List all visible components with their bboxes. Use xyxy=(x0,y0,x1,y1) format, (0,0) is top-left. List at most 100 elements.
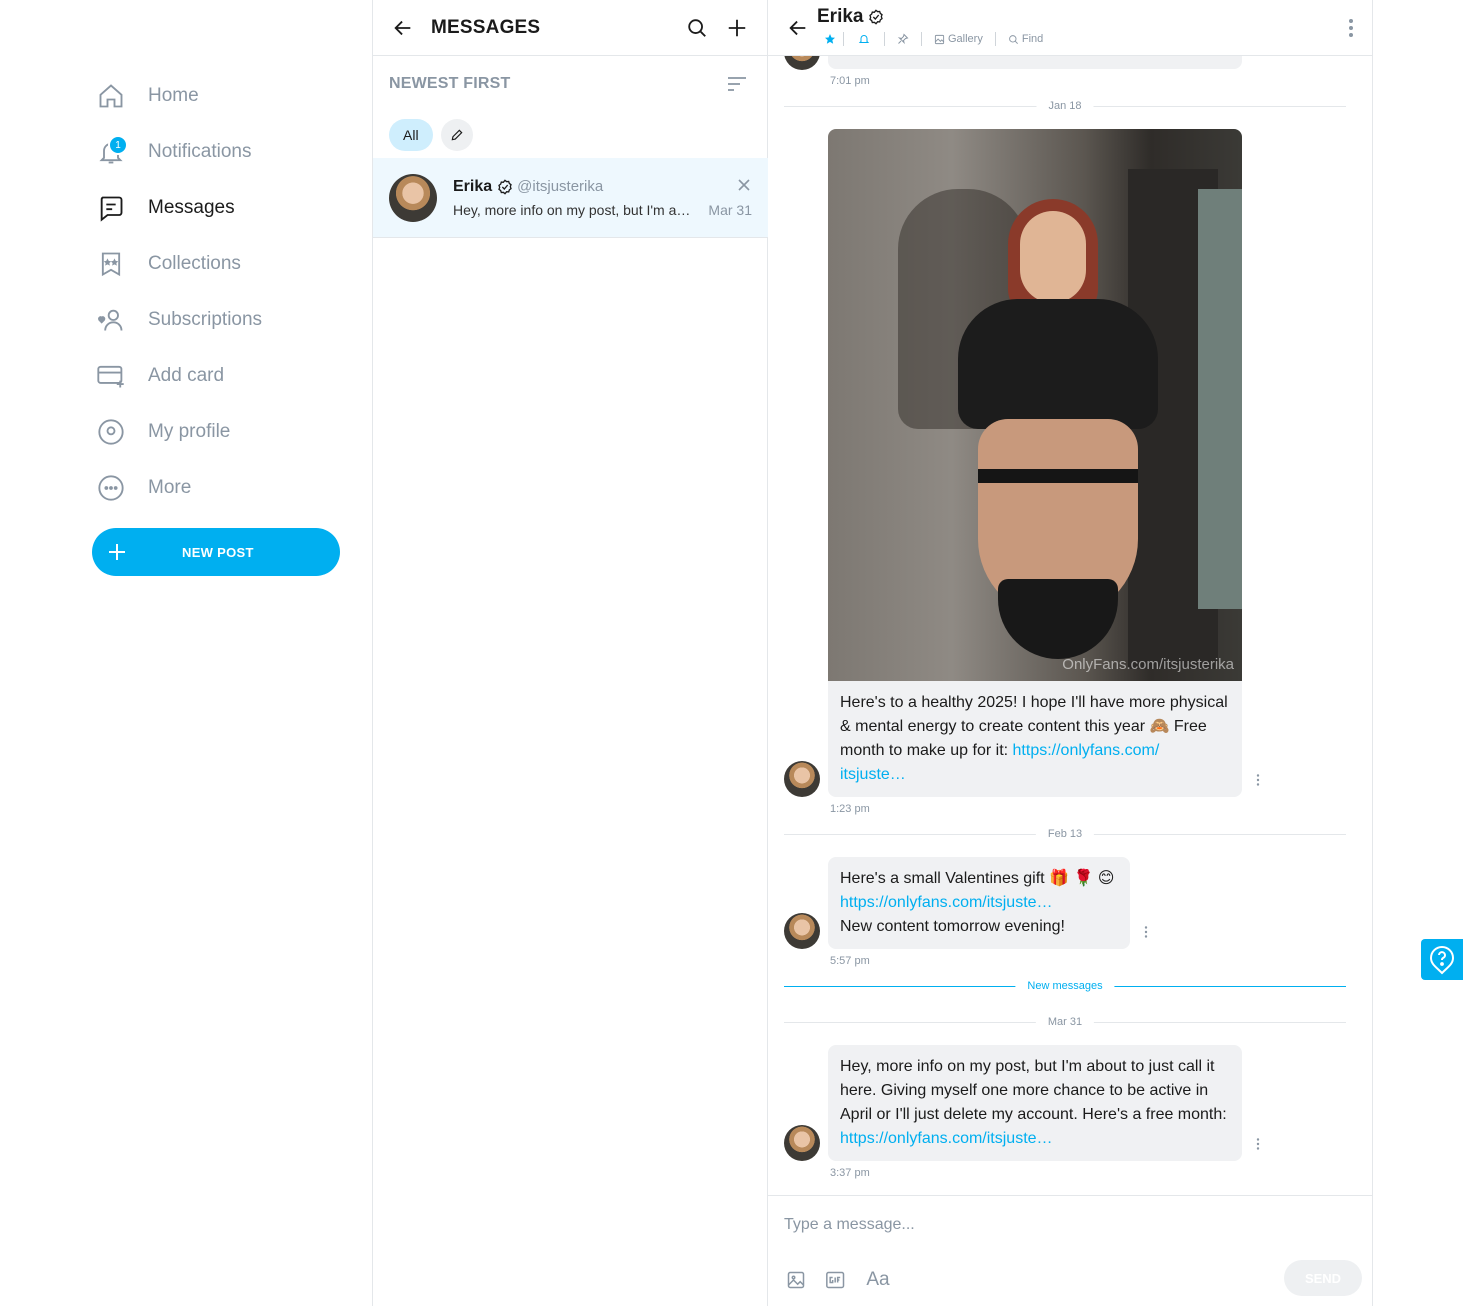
message-bubble-previous xyxy=(828,56,1242,69)
message-link[interactable]: https://onlyfans.com/itsjuste… xyxy=(840,894,1053,911)
message-text: Here's a small Valentines gift 🎁 🌹 😊 xyxy=(840,870,1115,887)
message-input[interactable] xyxy=(784,1216,1344,1234)
text-format-icon[interactable]: Aa xyxy=(864,1268,892,1292)
message-media-photo[interactable]: OnlyFans.com/itsjusterika xyxy=(828,129,1242,681)
image-upload-icon[interactable] xyxy=(784,1268,808,1292)
app-root: Home 1 Notifications Messages Collection… xyxy=(0,0,1463,1306)
message-link-cont[interactable]: itsjuste… xyxy=(840,766,906,783)
nav-more[interactable]: More xyxy=(92,460,342,516)
nav-add-card[interactable]: Add card xyxy=(92,348,342,404)
search-icon[interactable] xyxy=(683,14,711,42)
composer-tools: Aa xyxy=(784,1268,908,1292)
new-messages-label: New messages xyxy=(1015,980,1115,992)
message-link[interactable]: https://onlyfans.com/itsjuste… xyxy=(840,1130,1053,1147)
conversation-date: Mar 31 xyxy=(708,201,752,218)
sender-avatar xyxy=(784,913,820,949)
photo-strap xyxy=(978,469,1138,483)
message-menu-dots-icon[interactable] xyxy=(1144,925,1148,943)
message-time: 1:23 pm xyxy=(830,803,870,815)
date-separator-label: Feb 13 xyxy=(1035,828,1095,840)
nav-my-profile-label: My profile xyxy=(148,421,231,442)
close-icon[interactable] xyxy=(738,178,750,196)
photo-top xyxy=(958,299,1158,429)
sort-bar: NEWEST FIRST xyxy=(373,56,767,112)
nav-notifications-label: Notifications xyxy=(148,141,252,162)
star-icon[interactable] xyxy=(817,31,843,47)
messages-list-panel: MESSAGES NEWEST FIRST All Erika @itsjust… xyxy=(372,0,768,1306)
message-bubble: Here's to a healthy 2025! I hope I'll ha… xyxy=(828,681,1242,797)
nav-subscriptions[interactable]: Subscriptions xyxy=(92,292,342,348)
date-separator: Jan 18 xyxy=(784,100,1346,112)
profile-icon xyxy=(92,413,130,451)
gif-icon[interactable] xyxy=(824,1268,848,1292)
verified-icon xyxy=(868,9,884,25)
message-text: Hey, more info on my post, but I'm about… xyxy=(840,1058,1227,1123)
date-separator: Mar 31 xyxy=(784,1016,1346,1028)
gallery-label: Gallery xyxy=(948,33,983,45)
message-composer: Aa SEND xyxy=(768,1195,1372,1306)
message-icon xyxy=(92,189,130,227)
find-button[interactable]: Find xyxy=(996,31,1055,47)
message-text: New content tomorrow evening! xyxy=(840,918,1065,935)
nav-notifications[interactable]: 1 Notifications xyxy=(92,124,342,180)
filter-chips: All xyxy=(373,112,767,158)
nav-more-label: More xyxy=(148,477,192,498)
conversation-body: Erika @itsjusterika Hey, more info on my… xyxy=(453,178,752,218)
nav-add-card-label: Add card xyxy=(148,365,225,386)
message-menu-dots-icon[interactable] xyxy=(1256,1137,1260,1155)
nav-home-label: Home xyxy=(148,85,199,106)
user-heart-icon xyxy=(92,301,130,339)
conversation-meta: Hey, more info on my post, but I'm about… xyxy=(453,202,752,218)
nav-collections[interactable]: Collections xyxy=(92,236,342,292)
new-messages-separator: New messages xyxy=(784,980,1346,992)
message-time: 3:37 pm xyxy=(830,1167,870,1179)
date-separator: Feb 13 xyxy=(784,828,1346,840)
chat-name: Erika xyxy=(817,6,864,27)
message-bubble: Here's a small Valentines gift 🎁 🌹 😊 htt… xyxy=(828,857,1130,949)
conversation-name: Erika xyxy=(453,177,493,195)
avatar xyxy=(389,173,437,222)
sender-avatar xyxy=(784,1125,820,1161)
chat-messages[interactable]: 7:01 pm Jan 18 OnlyFans.com/itsjusterika xyxy=(768,56,1372,1195)
chat-back-arrow-icon[interactable] xyxy=(784,14,812,42)
send-button[interactable]: SEND xyxy=(1284,1260,1362,1296)
bell-toggle-icon[interactable] xyxy=(844,31,884,47)
new-post-button[interactable]: NEW POST xyxy=(92,528,340,576)
conversation-item[interactable]: Erika @itsjusterika Hey, more info on my… xyxy=(373,158,768,238)
credit-card-plus-icon xyxy=(92,357,130,395)
message-time: 7:01 pm xyxy=(830,75,870,87)
main-nav: Home 1 Notifications Messages Collection… xyxy=(92,68,342,516)
chat-toolbar: Gallery Find xyxy=(817,31,1055,47)
vertical-dots-icon[interactable] xyxy=(1346,18,1356,38)
nav-subscriptions-label: Subscriptions xyxy=(148,309,263,330)
conversation-handle: @itsjusterika xyxy=(517,178,604,195)
conversation-preview: Hey, more info on my post, but I'm about… xyxy=(453,201,693,218)
filter-all-chip[interactable]: All xyxy=(389,119,433,151)
photo-fridge xyxy=(1198,189,1242,609)
message-menu-dots-icon[interactable] xyxy=(1256,773,1260,791)
search-icon xyxy=(1008,34,1018,44)
message-link[interactable]: https://onlyfans.com/ xyxy=(1013,742,1160,759)
find-label: Find xyxy=(1021,33,1044,45)
bell-icon: 1 xyxy=(92,133,130,171)
chat-panel: Erika Gallery Find 7:01 pm Jan 18 OnlyFa… xyxy=(768,0,1373,1306)
message-time: 5:57 pm xyxy=(830,955,870,967)
sender-avatar xyxy=(784,56,820,70)
nav-messages[interactable]: Messages xyxy=(92,180,342,236)
help-question-icon[interactable] xyxy=(1421,939,1463,980)
back-arrow-icon[interactable] xyxy=(389,14,417,42)
pin-icon[interactable] xyxy=(885,31,921,47)
photo-subject xyxy=(938,199,1168,681)
sort-icon[interactable] xyxy=(723,70,751,98)
more-circle-icon xyxy=(92,469,130,507)
plus-icon xyxy=(92,542,142,562)
gallery-button[interactable]: Gallery xyxy=(922,31,995,47)
photo-face xyxy=(1020,211,1086,303)
nav-my-profile[interactable]: My profile xyxy=(92,404,342,460)
photo-bottom xyxy=(998,579,1118,659)
new-message-plus-icon[interactable] xyxy=(723,14,751,42)
nav-home[interactable]: Home xyxy=(92,68,342,124)
photo-watermark: OnlyFans.com/itsjusterika xyxy=(1062,656,1234,673)
home-icon xyxy=(92,77,130,115)
edit-pencil-icon[interactable] xyxy=(440,119,473,151)
